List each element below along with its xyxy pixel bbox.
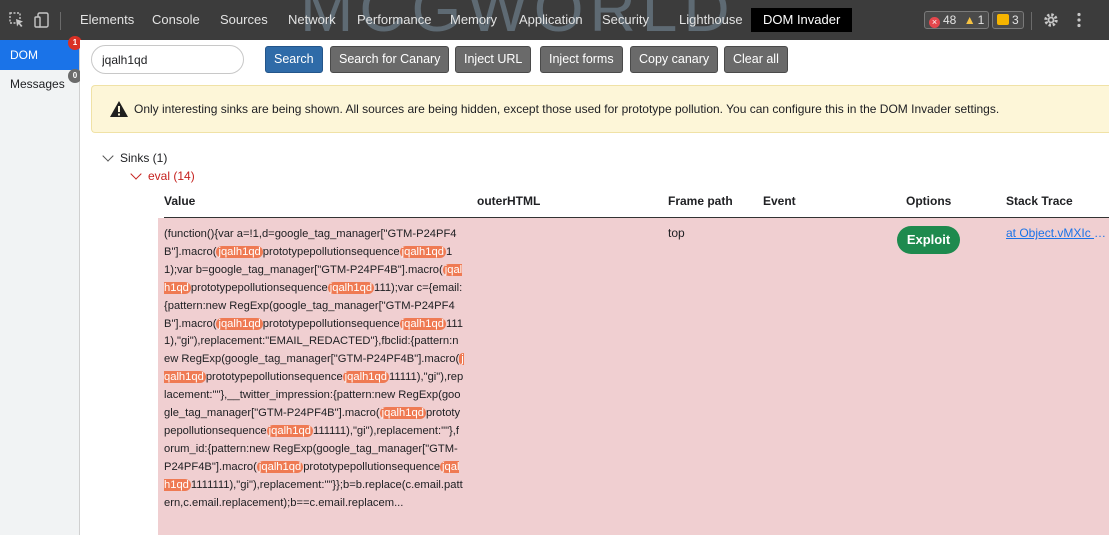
dom-invader-main: Search Search for Canary Inject URL Inje… (80, 40, 1109, 535)
error-warning-badge[interactable]: × 48 ▲ 1 (924, 11, 990, 29)
canary-highlight: jqalh1qd (256, 460, 304, 473)
tab-lighthouse[interactable]: Lighthouse (679, 8, 743, 32)
sinks-filter-alert: Only interesting sinks are being shown. … (91, 85, 1109, 133)
eval-tree-node[interactable]: eval (14) (130, 168, 195, 183)
eval-sink-label: eval (14) (148, 169, 195, 183)
chevron-down-icon (130, 168, 142, 180)
inspect-element-icon[interactable] (8, 11, 26, 29)
tab-memory[interactable]: Memory (450, 8, 497, 32)
alert-message: Only interesting sinks are being shown. … (134, 102, 1000, 116)
sinks-tree-node[interactable]: Sinks (1) (102, 150, 168, 165)
tab-sources[interactable]: Sources (220, 8, 268, 32)
search-button[interactable]: Search (265, 46, 323, 73)
column-header-event: Event (763, 194, 796, 208)
sidebar-item-label: DOM (10, 48, 38, 62)
sinks-label: Sinks (1) (120, 151, 168, 165)
canary-highlight: jqalh1qd (266, 424, 313, 437)
device-toolbar-icon[interactable] (33, 11, 51, 29)
warning-count: 1 (977, 13, 985, 27)
column-header-options: Options (906, 194, 952, 208)
column-header-outerhtml: outerHTML (477, 194, 541, 208)
canary-search-input[interactable] (91, 45, 244, 74)
toolbar-divider (1031, 12, 1032, 30)
tab-elements[interactable]: Elements (80, 8, 134, 32)
error-count: 48 (943, 13, 957, 27)
value-text: prototypepollutionsequence (303, 460, 441, 473)
stack-trace-link[interactable]: at Object.vMXIc (gtm.js?id=GTM-P24PF4B) (1006, 226, 1109, 240)
sinks-table-header: Value outerHTML Frame path Event Options… (164, 188, 1109, 218)
chevron-down-icon (102, 150, 114, 162)
tab-network[interactable]: Network (288, 8, 336, 32)
column-header-frame-path: Frame path (668, 194, 733, 208)
inject-url-button[interactable]: Inject URL (455, 46, 532, 73)
table-row: (function(){var a=!1,d=google_tag_manage… (158, 218, 1109, 535)
canary-highlight: jqalh1qd (327, 281, 375, 294)
tab-security[interactable]: Security (602, 8, 649, 32)
copy-canary-button[interactable]: Copy canary (630, 46, 719, 73)
value-text: prototypepollutionsequence (262, 317, 400, 330)
toolbar-divider (60, 12, 61, 30)
inject-forms-button[interactable]: Inject forms (540, 46, 623, 73)
column-header-value: Value (164, 194, 196, 208)
tab-application[interactable]: Application (519, 8, 583, 32)
canary-highlight: jqalh1qd (379, 407, 426, 420)
gear-icon[interactable] (1042, 11, 1060, 29)
warning-icon (109, 100, 129, 118)
frame-path-cell: top (668, 226, 685, 240)
warning-icon: ▲ (963, 13, 976, 27)
column-header-stack-trace: Stack Trace (1006, 194, 1073, 208)
exploit-button[interactable]: Exploit (897, 226, 960, 254)
canary-highlight: jqalh1qd (216, 317, 263, 330)
value-text: prototypepollutionsequence (190, 281, 328, 294)
search-for-canary-button[interactable]: Search for Canary (330, 46, 450, 73)
value-text: 1111111),"gi"),replacement:""}};b=b.repl… (164, 478, 463, 509)
error-icon: × (929, 17, 940, 28)
devtools-tabbar: Elements Console Sources Network Perform… (0, 8, 1109, 32)
devtools-topbar: MCGWORLD Elements Console Sources Networ… (0, 0, 1109, 40)
issues-icon (997, 14, 1009, 25)
canary-highlight: jqalh1qd (342, 371, 389, 384)
value-text: prototypepollutionsequence (262, 245, 400, 258)
canary-highlight: jqalh1qd (399, 245, 446, 258)
canary-highlight: jqalh1qd (216, 245, 263, 258)
clear-all-button[interactable]: Clear all (724, 46, 788, 73)
sidebar-item-messages[interactable]: Messages 0 (0, 69, 82, 99)
tab-console[interactable]: Console (152, 8, 200, 32)
tab-performance[interactable]: Performance (357, 8, 431, 32)
issues-badge[interactable]: 3 (992, 11, 1024, 29)
canary-highlight: jqalh1qd (399, 317, 446, 330)
dom-invader-sidebar: DOM 1 Messages 0 (0, 36, 82, 535)
more-options-icon[interactable] (1070, 11, 1088, 29)
value-text: prototypepollutionsequence (205, 371, 343, 384)
sink-value-cell: (function(){var a=!1,d=google_tag_manage… (164, 226, 464, 513)
tab-dom-invader[interactable]: DOM Invader (751, 8, 853, 32)
sidebar-item-dom[interactable]: DOM 1 (0, 36, 82, 70)
sidebar-item-label: Messages (10, 77, 65, 91)
issues-count: 3 (1012, 13, 1019, 27)
